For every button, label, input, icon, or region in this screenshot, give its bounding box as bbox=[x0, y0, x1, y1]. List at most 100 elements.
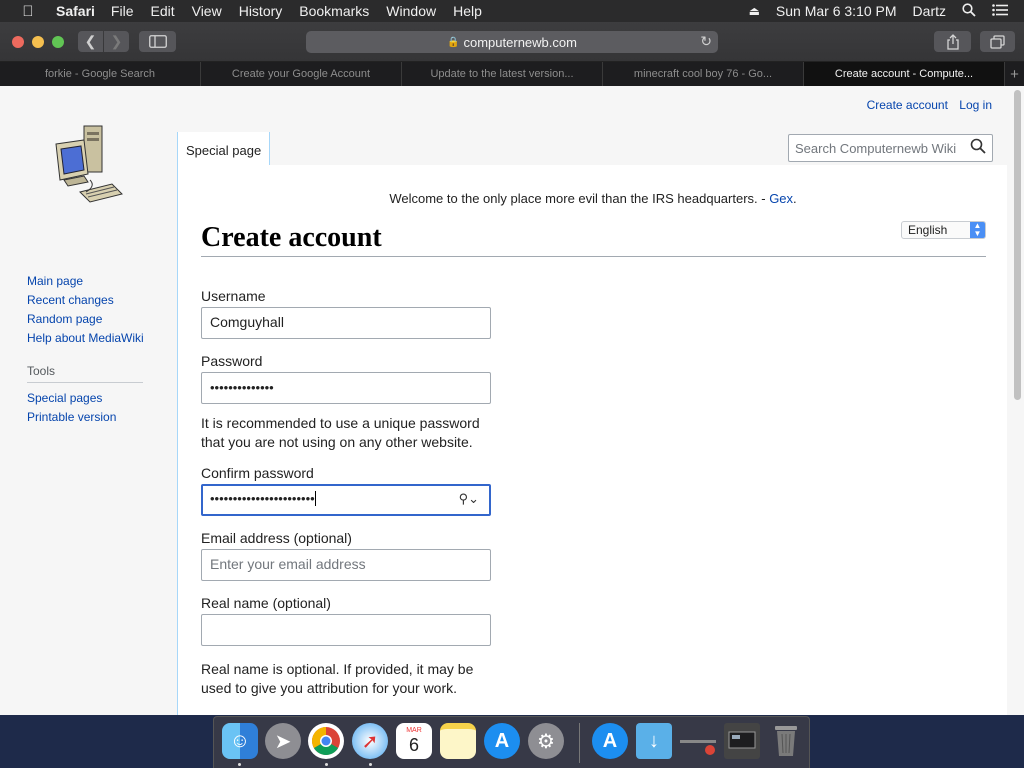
text-caret bbox=[314, 491, 316, 506]
tab-overview-button[interactable] bbox=[980, 31, 1015, 52]
password-value: •••••••••••••• bbox=[210, 380, 274, 395]
apple-menu-icon[interactable]:  bbox=[0, 3, 56, 20]
password-label: Password bbox=[201, 353, 263, 369]
page-title: Create account bbox=[201, 222, 986, 257]
username-value: Comguyhall bbox=[210, 314, 284, 330]
app-menu[interactable]: Safari bbox=[56, 3, 95, 19]
email-label: Email address (optional) bbox=[201, 530, 352, 546]
menubar-user[interactable]: Dartz bbox=[913, 3, 946, 19]
personal-tools: Create account Log in bbox=[859, 98, 992, 112]
calendar-day: 6 bbox=[408, 735, 419, 755]
share-button[interactable] bbox=[934, 31, 971, 52]
sidebar-toggle-button[interactable] bbox=[139, 31, 176, 52]
finder-icon[interactable]: ☺ bbox=[222, 723, 258, 759]
new-tab-button[interactable]: + bbox=[1005, 62, 1024, 86]
site-notice-link[interactable]: Gex bbox=[769, 191, 793, 206]
nav-random-page[interactable]: Random page bbox=[27, 310, 144, 329]
back-button[interactable]: ❮ bbox=[78, 31, 103, 52]
trash-icon[interactable] bbox=[768, 723, 804, 759]
menu-bookmarks[interactable]: Bookmarks bbox=[299, 3, 369, 19]
running-indicator bbox=[238, 763, 241, 766]
forward-button[interactable]: ❯ bbox=[104, 31, 129, 52]
notes-icon[interactable] bbox=[440, 723, 476, 759]
calendar-icon[interactable]: MAR 6 bbox=[396, 723, 432, 759]
real-name-label: Real name (optional) bbox=[201, 595, 331, 611]
app-store-downloads-icon[interactable]: A bbox=[592, 723, 628, 759]
downloads-folder-icon[interactable]: ↓ bbox=[636, 723, 672, 759]
notification-center-icon[interactable] bbox=[992, 3, 1008, 19]
menu-bar:  Safari File Edit View History Bookmark… bbox=[0, 0, 1024, 22]
create-account-link[interactable]: Create account bbox=[867, 98, 948, 112]
app-store-icon[interactable]: A bbox=[484, 723, 520, 759]
menu-help[interactable]: Help bbox=[453, 3, 482, 19]
browser-tab-active[interactable]: Create account - Compute... bbox=[804, 62, 1005, 86]
site-notice: Welcome to the only place more evil than… bbox=[178, 191, 1008, 206]
address-text: computernewb.com bbox=[463, 34, 577, 50]
username-label: Username bbox=[201, 288, 266, 304]
page-scrollbar[interactable] bbox=[1014, 90, 1021, 400]
real-name-field[interactable] bbox=[201, 614, 491, 646]
calendar-month: MAR bbox=[406, 727, 422, 734]
running-indicator bbox=[325, 763, 328, 766]
search-icon[interactable] bbox=[970, 138, 986, 159]
site-notice-end: . bbox=[793, 191, 797, 206]
nav-special-pages[interactable]: Special pages bbox=[27, 389, 144, 408]
minimized-window-icon[interactable] bbox=[724, 723, 760, 759]
safari-icon[interactable]: ➚ bbox=[352, 723, 388, 759]
chrome-icon[interactable] bbox=[308, 723, 344, 759]
real-name-help-text: Real name is optional. If provided, it m… bbox=[201, 661, 474, 696]
tools-heading: Tools bbox=[27, 364, 143, 383]
nav-printable-version[interactable]: Printable version bbox=[27, 408, 144, 427]
tab-special-page[interactable]: Special page bbox=[177, 132, 271, 166]
running-indicator bbox=[369, 763, 372, 766]
browser-tab[interactable]: Create your Google Account bbox=[201, 62, 402, 86]
log-in-link[interactable]: Log in bbox=[959, 98, 992, 112]
sidebar-icon bbox=[148, 35, 167, 48]
nav-recent-changes[interactable]: Recent changes bbox=[27, 291, 144, 310]
create-account-form: Username Comguyhall Password •••••••••••… bbox=[201, 288, 491, 711]
browser-toolbar: ❮ ❯ 🔒 computernewb.com ↻ bbox=[0, 22, 1024, 62]
username-field[interactable]: Comguyhall bbox=[201, 307, 491, 339]
search-placeholder: Search Computernewb Wiki bbox=[795, 141, 957, 156]
sidebar-navigation: Main page Recent changes Random page Hel… bbox=[27, 272, 144, 427]
site-logo[interactable] bbox=[50, 122, 126, 212]
password-field[interactable]: •••••••••••••• bbox=[201, 372, 491, 404]
web-page: Create account Log in Main page Recent c… bbox=[0, 86, 1024, 715]
menu-window[interactable]: Window bbox=[386, 3, 436, 19]
tab-bar: forkie - Google Search Create your Googl… bbox=[0, 62, 1024, 86]
launchpad-icon[interactable]: ➤ bbox=[265, 723, 301, 759]
chevron-right-icon: ❯ bbox=[110, 33, 123, 49]
menu-edit[interactable]: Edit bbox=[150, 3, 174, 19]
minimized-window-icon[interactable] bbox=[680, 723, 716, 759]
wiki-search-input[interactable]: Search Computernewb Wiki bbox=[788, 134, 993, 162]
confirm-password-label: Confirm password bbox=[201, 465, 314, 481]
share-icon bbox=[946, 33, 959, 50]
password-key-icon[interactable]: ⚲⌄ bbox=[459, 491, 479, 507]
close-window-button[interactable] bbox=[12, 36, 24, 48]
eject-icon[interactable]: ⏏ bbox=[749, 4, 760, 18]
browser-tab[interactable]: minecraft cool boy 76 - Go... bbox=[603, 62, 804, 86]
nav-main-page[interactable]: Main page bbox=[27, 272, 144, 291]
lock-icon: 🔒 bbox=[447, 36, 460, 48]
nav-help[interactable]: Help about MediaWiki bbox=[27, 329, 144, 348]
browser-tab[interactable]: Update to the latest version... bbox=[402, 62, 603, 86]
reload-icon[interactable]: ↻ bbox=[700, 33, 712, 50]
dock: ☺ ➤ ➚ MAR 6 A ⚙ A ↓ bbox=[213, 716, 810, 768]
tab-overview-icon bbox=[990, 34, 1005, 49]
menu-view[interactable]: View bbox=[192, 3, 222, 19]
email-field[interactable]: Enter your email address bbox=[201, 549, 491, 581]
password-help-text: It is recommended to use a unique passwo… bbox=[201, 415, 480, 450]
spotlight-icon[interactable] bbox=[962, 2, 976, 20]
menubar-clock[interactable]: Sun Mar 6 3:10 PM bbox=[776, 3, 897, 19]
zoom-window-button[interactable] bbox=[52, 36, 64, 48]
menu-file[interactable]: File bbox=[111, 3, 134, 19]
confirm-password-value: ••••••••••••••••••••••• bbox=[210, 491, 315, 506]
browser-tab[interactable]: forkie - Google Search bbox=[0, 62, 201, 86]
address-bar[interactable]: 🔒 computernewb.com ↻ bbox=[306, 31, 718, 53]
system-preferences-icon[interactable]: ⚙ bbox=[528, 723, 564, 759]
content-area: Welcome to the only place more evil than… bbox=[177, 165, 1007, 715]
confirm-password-field[interactable]: ••••••••••••••••••••••• ⚲⌄ bbox=[201, 484, 491, 516]
site-notice-text: Welcome to the only place more evil than… bbox=[389, 191, 770, 206]
minimize-window-button[interactable] bbox=[32, 36, 44, 48]
menu-history[interactable]: History bbox=[239, 3, 283, 19]
